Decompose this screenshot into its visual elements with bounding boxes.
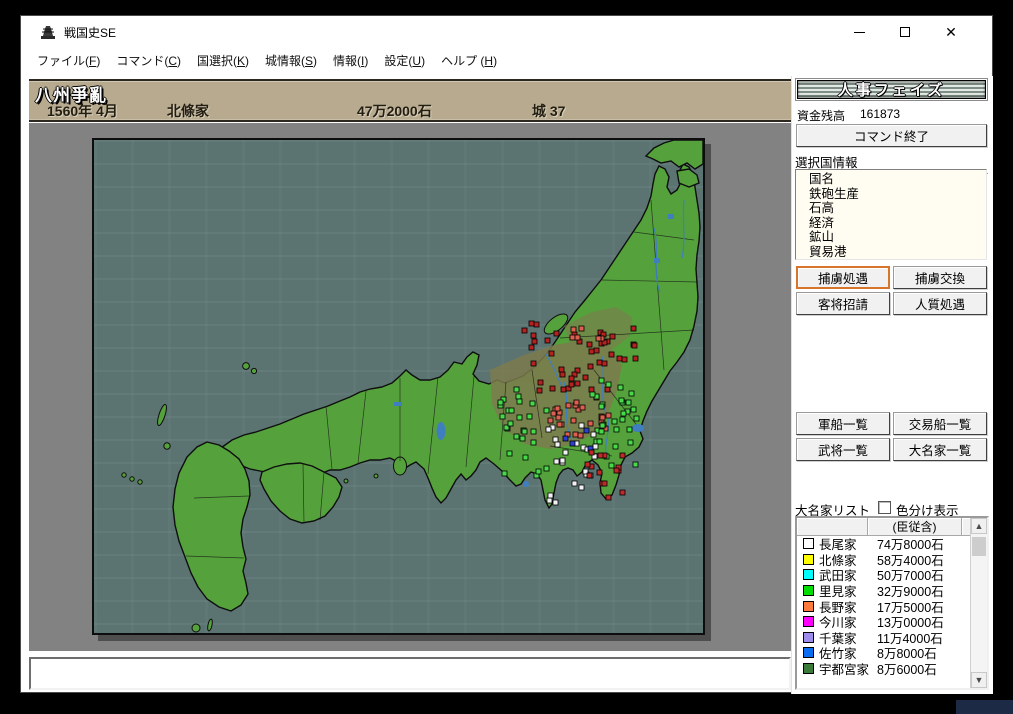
- trade-ship-list-button[interactable]: 交易船一覧: [893, 412, 987, 435]
- phase-banner: 人事フェイズ: [795, 78, 988, 101]
- japan-map[interactable]: [92, 138, 705, 635]
- funds-row: 資金残高 161873: [797, 107, 987, 124]
- menu-item-0[interactable]: ファイル(F): [29, 49, 108, 72]
- menu-item-2[interactable]: 国選択(K): [189, 49, 257, 72]
- desktop-corner-block: [956, 700, 1013, 714]
- daimyo-list-columns: (臣従含): [797, 518, 970, 536]
- list-buttons: 軍船一覧 交易船一覧 武将一覧 大名家一覧: [796, 412, 987, 461]
- clan-color-swatch: [803, 647, 814, 659]
- menu-item-4[interactable]: 情報(I): [325, 49, 376, 72]
- total-koku: 47万2000石: [357, 103, 432, 119]
- game-date: 1560年 4月: [47, 103, 118, 119]
- daimyo-list-header-row: 大名家リスト 色分け表示: [795, 500, 988, 518]
- clan-color-swatch: [803, 616, 814, 628]
- menu-item-3[interactable]: 城情報(S): [257, 49, 325, 72]
- color-display-checkbox[interactable]: [878, 501, 891, 514]
- clan-color-swatch: [803, 631, 814, 643]
- title-bar: 戦国史SE ✕: [21, 16, 992, 48]
- menu-item-5[interactable]: 設定(U): [376, 49, 433, 72]
- shikoku-landmass: [259, 462, 343, 524]
- prisoner-exchange-button[interactable]: 捕虜交換: [893, 266, 987, 289]
- scroll-track[interactable]: [971, 534, 987, 672]
- column-clan[interactable]: [797, 518, 868, 536]
- map-frame: [29, 123, 791, 651]
- hostage-treatment-button[interactable]: 人質処遇: [893, 292, 987, 315]
- scenario-header: 八州爭亂 1560年 4月 北條家 47万2000石 城 37: [29, 79, 791, 122]
- hokkaido-landmass: [644, 140, 703, 170]
- column-stub: [962, 518, 970, 536]
- country-info-item-4[interactable]: 鉱山: [809, 230, 986, 245]
- clan-color-swatch: [803, 569, 814, 581]
- side-panel: 人事フェイズ 資金残高 161873 コマンド終了 選択国情報 国名 鉄砲生産 石高…: [791, 76, 993, 694]
- personnel-buttons: 捕虜処遇 捕虜交換 客将招請 人質処遇: [796, 266, 987, 315]
- country-info-item-2[interactable]: 石高: [809, 201, 986, 216]
- funds-label: 資金残高: [797, 109, 846, 123]
- clan-color-swatch: [803, 600, 814, 612]
- clan-color-swatch: [803, 538, 814, 550]
- general-list-button[interactable]: 武将一覧: [796, 438, 890, 461]
- kyushu-landmass: [172, 441, 251, 612]
- minimize-button[interactable]: [836, 17, 882, 47]
- prisoner-treatment-button[interactable]: 捕虜処遇: [796, 266, 890, 289]
- app-window: 戦国史SE ✕ ファイル(F) コマンド(C) 国選択(K) 城情報(S) 情報(I) 設…: [20, 15, 993, 694]
- menu-item-1[interactable]: コマンド(C): [108, 49, 189, 72]
- country-info-item-0[interactable]: 国名: [809, 172, 986, 187]
- maximize-icon: [900, 27, 910, 37]
- clan-color-swatch: [803, 553, 814, 565]
- scroll-down-button[interactable]: ▼: [971, 672, 987, 688]
- list-item[interactable]: 宇都宮家 8万6000石: [797, 661, 970, 677]
- scroll-up-button[interactable]: ▲: [971, 518, 987, 534]
- message-area: [29, 657, 791, 690]
- close-button[interactable]: ✕: [928, 17, 974, 47]
- phase-title: 人事フェイズ: [837, 82, 946, 99]
- scroll-thumb[interactable]: [972, 537, 986, 556]
- column-koku[interactable]: (臣従含): [868, 518, 962, 536]
- clan-name: 宇都宮家: [819, 663, 870, 678]
- player-clan: 北條家: [167, 103, 209, 119]
- castle-count: 城 37: [532, 103, 566, 119]
- menu-item-6[interactable]: ヘルプ (H): [433, 49, 505, 72]
- window-title: 戦国史SE: [64, 25, 117, 40]
- minimize-icon: [853, 31, 865, 33]
- warship-list-button[interactable]: 軍船一覧: [796, 412, 890, 435]
- country-info-item-5[interactable]: 貿易港: [809, 245, 986, 260]
- close-icon: ✕: [945, 24, 957, 40]
- maximize-button[interactable]: [882, 17, 928, 47]
- app-castle-icon: [41, 26, 55, 39]
- country-info-item-3[interactable]: 経済: [809, 216, 986, 231]
- guest-general-invite-button[interactable]: 客将招請: [796, 292, 890, 315]
- clan-koku: 8万6000石: [877, 663, 937, 678]
- selected-country-info-box: 国名 鉄砲生産 石高 経済 鉱山 貿易港: [795, 169, 987, 260]
- daimyo-list: (臣従含) 長尾家 74万8000石 北條家 58万4000石 武田家 50万7000石里…: [795, 516, 989, 690]
- clan-color-swatch: [803, 663, 814, 675]
- country-info-item-1[interactable]: 鉄砲生産: [809, 187, 986, 202]
- funds-value: 161873: [860, 107, 901, 121]
- menu-bar: ファイル(F) コマンド(C) 国選択(K) 城情報(S) 情報(I) 設定(U) ヘルプ …: [21, 48, 992, 72]
- clan-color-swatch: [803, 585, 814, 597]
- end-command-button[interactable]: コマンド終了: [796, 124, 987, 147]
- daimyo-list-button[interactable]: 大名家一覧: [893, 438, 987, 461]
- daimyo-list-scrollbar: ▲ ▼: [970, 518, 987, 688]
